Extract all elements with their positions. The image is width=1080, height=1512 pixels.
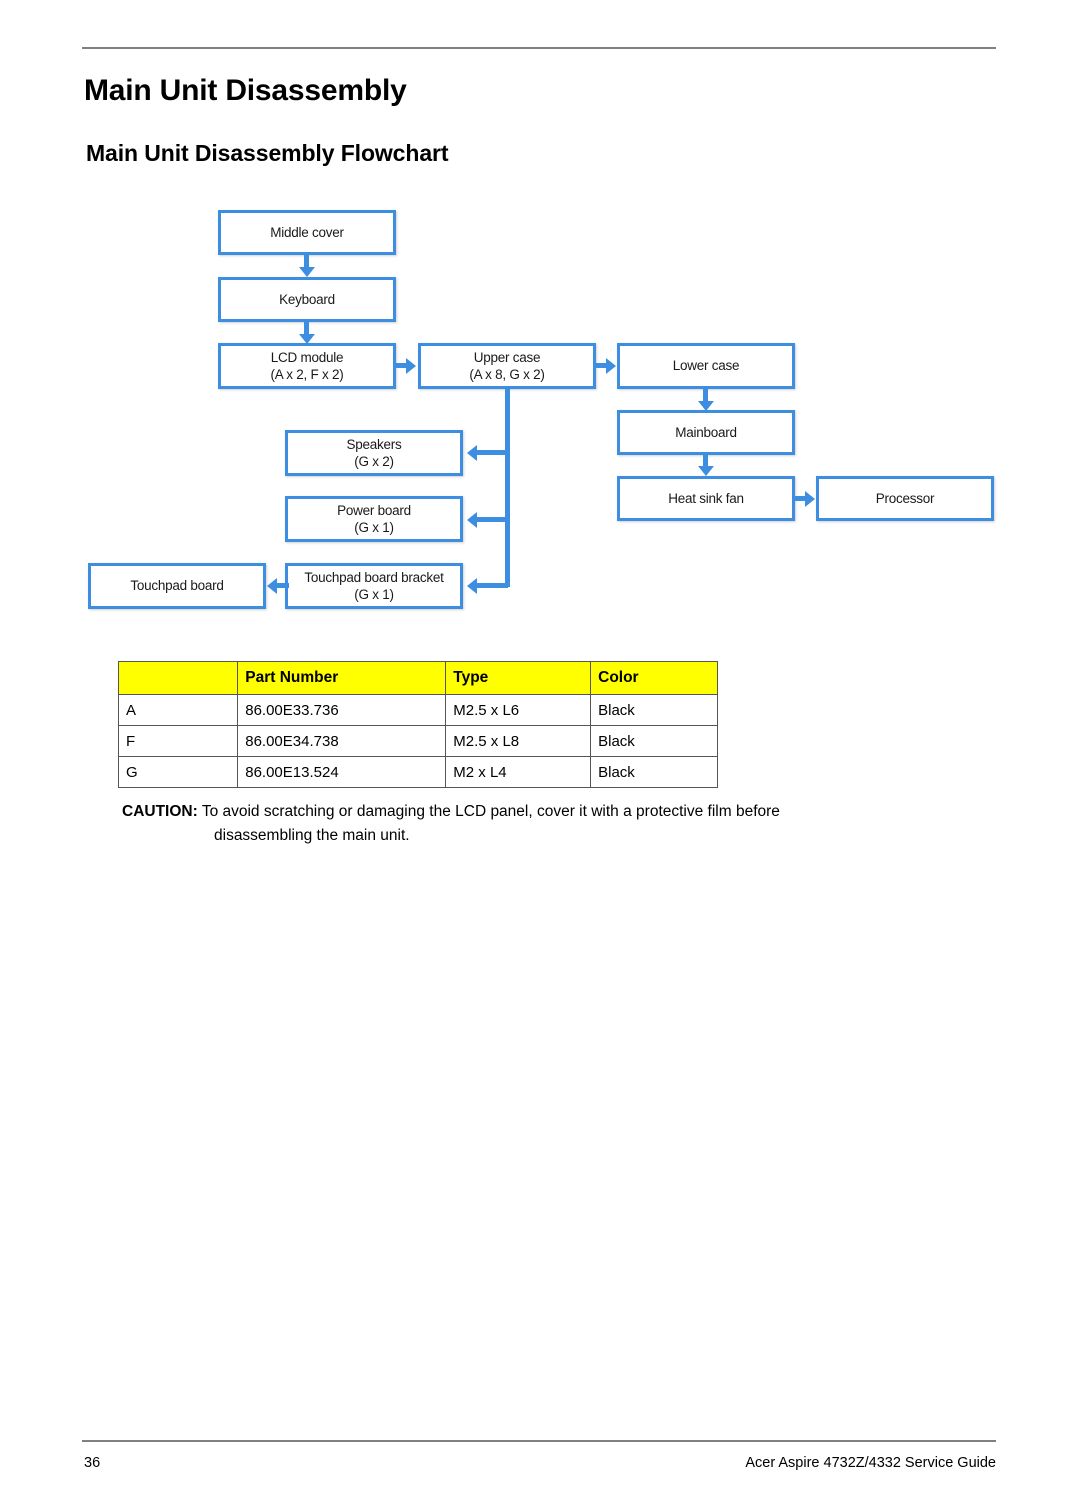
- arrowhead-processor: [805, 491, 815, 507]
- flow-node-speakers: Speakers (G x 2): [285, 430, 463, 476]
- flow-node-mainboard: Mainboard: [617, 410, 795, 455]
- flow-node-label: Lower case: [672, 358, 740, 374]
- table-row: G 86.00E13.524 M2 x L4 Black: [117, 756, 718, 788]
- connector-bracket-touchpad-board: [277, 583, 289, 588]
- flow-node-keyboard: Keyboard: [218, 277, 396, 322]
- flow-node-upper-case: Upper case (A x 8, G x 2): [418, 343, 596, 389]
- flow-node-label: LCD module: [270, 349, 344, 365]
- cell-type: M2.5 x L6: [445, 694, 592, 726]
- cell-key: G: [117, 756, 239, 788]
- flow-node-lcd-module: LCD module (A x 2, F x 2): [218, 343, 396, 389]
- cell-color: Black: [590, 725, 718, 757]
- flow-node-label: Heat sink fan: [668, 490, 744, 506]
- connector-trunk-speakers: [477, 450, 508, 455]
- caution-label: CAUTION:: [122, 803, 198, 820]
- arrowhead-touchpad-board: [267, 578, 277, 594]
- footer-page-number: 36: [84, 1455, 101, 1471]
- flow-node-sublabel: (A x 8, G x 2): [469, 367, 545, 382]
- cell-type: M2 x L4: [445, 756, 592, 788]
- flow-node-touchpad-board-bracket: Touchpad board bracket (G x 1): [285, 563, 463, 609]
- caution-text-line1: To avoid scratching or damaging the LCD …: [201, 803, 780, 820]
- flow-node-power-board: Power board (G x 1): [285, 496, 463, 542]
- table-header-key: [117, 661, 239, 695]
- connector-trunk-power-board: [477, 517, 508, 522]
- cell-part-number: 86.00E33.736: [237, 694, 447, 726]
- flow-node-sublabel: (A x 2, F x 2): [270, 367, 344, 382]
- flow-node-sublabel: (G x 1): [354, 520, 394, 535]
- table-header-part-number: Part Number: [237, 661, 447, 695]
- table-header-color: Color: [590, 661, 718, 695]
- flow-node-sublabel: (G x 1): [354, 587, 394, 602]
- connector-trunk-touchpad-bracket: [477, 583, 508, 588]
- cell-color: Black: [590, 756, 718, 788]
- cell-type: M2.5 x L8: [445, 725, 592, 757]
- table-header-type: Type: [445, 661, 592, 695]
- flow-node-middle-cover: Middle cover: [218, 210, 396, 255]
- flow-node-label: Touchpad board: [130, 578, 224, 594]
- flow-node-label: Speakers: [346, 436, 402, 452]
- arrowhead-upper-case: [406, 358, 416, 374]
- document-page: Main Unit Disassembly Main Unit Disassem…: [0, 0, 1080, 1512]
- table-header-row: Part Number Type Color: [117, 661, 718, 695]
- table-row: F 86.00E34.738 M2.5 x L8 Black: [117, 725, 718, 757]
- arrowhead-keyboard: [299, 267, 315, 277]
- arrowhead-touchpad-board-bracket: [467, 578, 477, 594]
- cell-part-number: 86.00E13.524: [237, 756, 447, 788]
- footer-divider: [82, 1440, 996, 1442]
- parts-table: Part Number Type Color A 86.00E33.736 M2…: [117, 661, 718, 788]
- flow-node-label: Power board: [337, 502, 411, 518]
- arrowhead-speakers: [467, 445, 477, 461]
- flow-node-label: Keyboard: [279, 291, 335, 307]
- caution-note: CAUTION: To avoid scratching or damaging…: [122, 800, 938, 848]
- table-row: A 86.00E33.736 M2.5 x L6 Black: [117, 694, 718, 726]
- footer-guide-title: Acer Aspire 4732Z/4332 Service Guide: [745, 1455, 996, 1471]
- flow-node-label: Processor: [875, 490, 935, 506]
- cell-key: A: [117, 694, 239, 726]
- cell-color: Black: [590, 694, 718, 726]
- flow-node-heat-sink-fan: Heat sink fan: [617, 476, 795, 521]
- arrowhead-lower-case: [606, 358, 616, 374]
- flow-node-label: Touchpad board bracket: [304, 569, 444, 585]
- cell-part-number: 86.00E34.738: [237, 725, 447, 757]
- flow-node-lower-case: Lower case: [617, 343, 795, 389]
- connector-upper-case-trunk: [505, 389, 510, 587]
- flow-node-processor: Processor: [816, 476, 994, 521]
- caution-text-line2: disassembling the main unit.: [214, 827, 410, 845]
- cell-key: F: [117, 725, 239, 757]
- flow-node-label: Middle cover: [270, 224, 344, 240]
- flow-node-touchpad-board: Touchpad board: [88, 563, 266, 609]
- flow-node-sublabel: (G x 2): [354, 454, 394, 469]
- flow-node-label: Upper case: [473, 349, 541, 365]
- flow-node-label: Mainboard: [675, 424, 737, 440]
- arrowhead-heat-sink-fan: [698, 466, 714, 476]
- disassembly-flowchart: Middle cover Keyboard LCD module (A x 2,…: [0, 0, 1080, 660]
- arrowhead-power-board: [467, 512, 477, 528]
